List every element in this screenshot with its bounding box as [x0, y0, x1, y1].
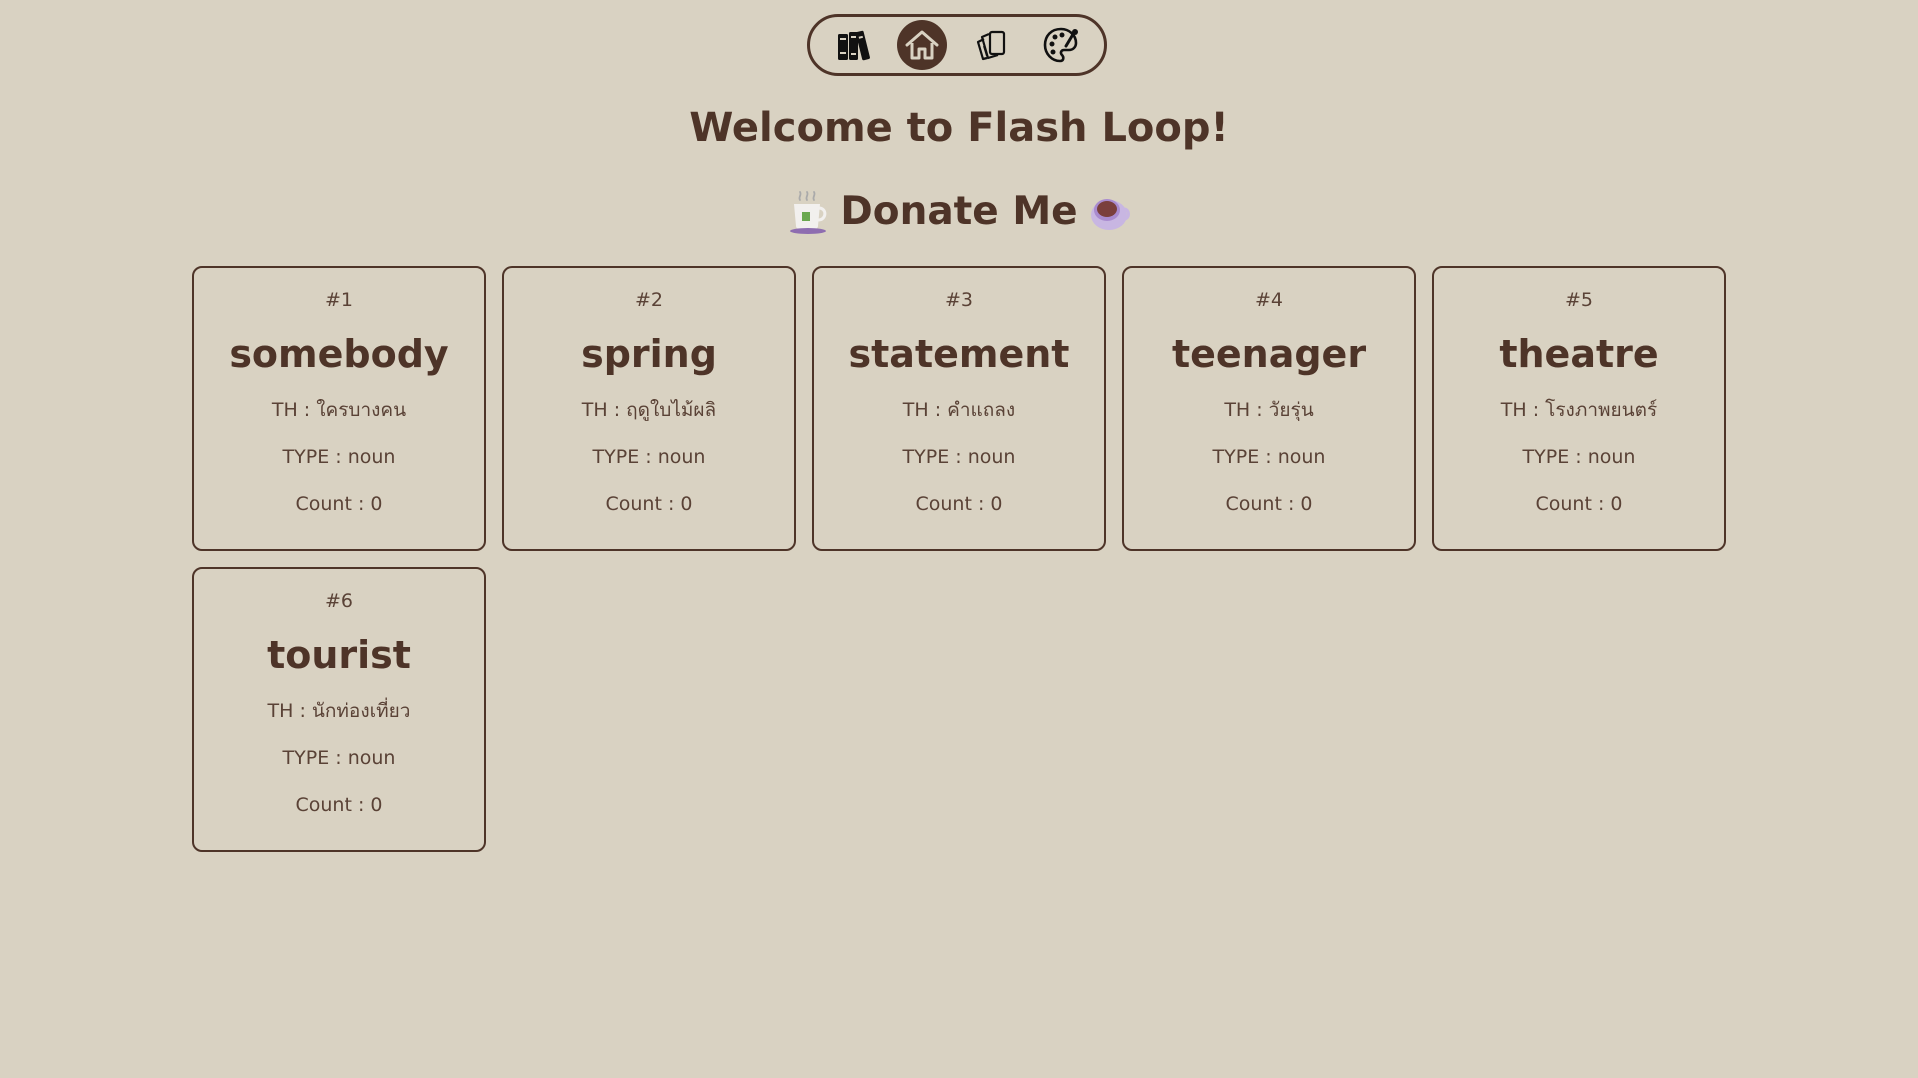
coffee-cup-icon	[1090, 199, 1130, 230]
card-translation: TH : ใครบางคน	[271, 399, 407, 421]
card-word: spring	[581, 332, 717, 376]
card-word: somebody	[229, 332, 449, 376]
card-number: #4	[1254, 289, 1283, 311]
donate-link[interactable]: Donate Me	[0, 184, 1918, 240]
nav-theme-button[interactable]	[1036, 20, 1086, 70]
card-count: Count : 0	[1535, 493, 1623, 515]
card-count: Count : 0	[1225, 493, 1313, 515]
card-word: theatre	[1499, 332, 1659, 376]
home-icon	[905, 30, 939, 60]
flashcard[interactable]: #3 statement TH : คำแถลง TYPE : noun Cou…	[812, 266, 1106, 551]
card-translation: TH : คำแถลง	[902, 399, 1016, 421]
card-type: TYPE : noun	[902, 446, 1016, 468]
card-type: TYPE : noun	[1212, 446, 1326, 468]
card-type: TYPE : noun	[1522, 446, 1636, 468]
flashcard[interactable]: #1 somebody TH : ใครบางคน TYPE : noun Co…	[192, 266, 486, 551]
tea-cup-icon	[790, 191, 827, 234]
books-icon	[838, 30, 870, 61]
flashcard[interactable]: #6 tourist TH : นักท่องเที่ยว TYPE : nou…	[192, 567, 486, 852]
palette-icon	[1043, 27, 1078, 63]
cards-icon	[976, 30, 1005, 61]
flashcard[interactable]: #5 theatre TH : โรงภาพยนตร์ TYPE : noun …	[1432, 266, 1726, 551]
card-number: #3	[944, 289, 973, 311]
card-count: Count : 0	[295, 794, 383, 816]
card-number: #1	[324, 289, 353, 311]
card-count: Count : 0	[295, 493, 383, 515]
card-count: Count : 0	[915, 493, 1003, 515]
card-number: #5	[1564, 289, 1593, 311]
flashcard[interactable]: #2 spring TH : ฤดูใบไม้ผลิ TYPE : noun C…	[502, 266, 796, 551]
card-number: #6	[324, 590, 353, 612]
donate-label: Donate Me	[840, 189, 1078, 234]
flashcard-grid: #1 somebody TH : ใครบางคน TYPE : noun Co…	[192, 266, 1728, 852]
card-type: TYPE : noun	[282, 747, 396, 769]
card-translation: TH : นักท่องเที่ยว	[267, 700, 411, 722]
top-nav-bar	[807, 14, 1107, 76]
card-translation: TH : วัยรุ่น	[1224, 399, 1314, 421]
card-translation: TH : ฤดูใบไม้ผลิ	[581, 399, 717, 421]
card-translation: TH : โรงภาพยนตร์	[1500, 399, 1658, 421]
card-type: TYPE : noun	[282, 446, 396, 468]
nav-library-button[interactable]	[828, 20, 878, 70]
page-title: Welcome to Flash Loop!	[689, 105, 1229, 151]
flashcard[interactable]: #4 teenager TH : วัยรุ่น TYPE : noun Cou…	[1122, 266, 1416, 551]
nav-home-button[interactable]	[897, 20, 948, 70]
card-word: tourist	[267, 633, 411, 677]
nav-cards-button[interactable]	[967, 20, 1017, 70]
card-word: statement	[848, 332, 1070, 376]
card-word: teenager	[1171, 332, 1367, 376]
card-type: TYPE : noun	[592, 446, 706, 468]
card-count: Count : 0	[605, 493, 693, 515]
card-number: #2	[634, 289, 663, 311]
